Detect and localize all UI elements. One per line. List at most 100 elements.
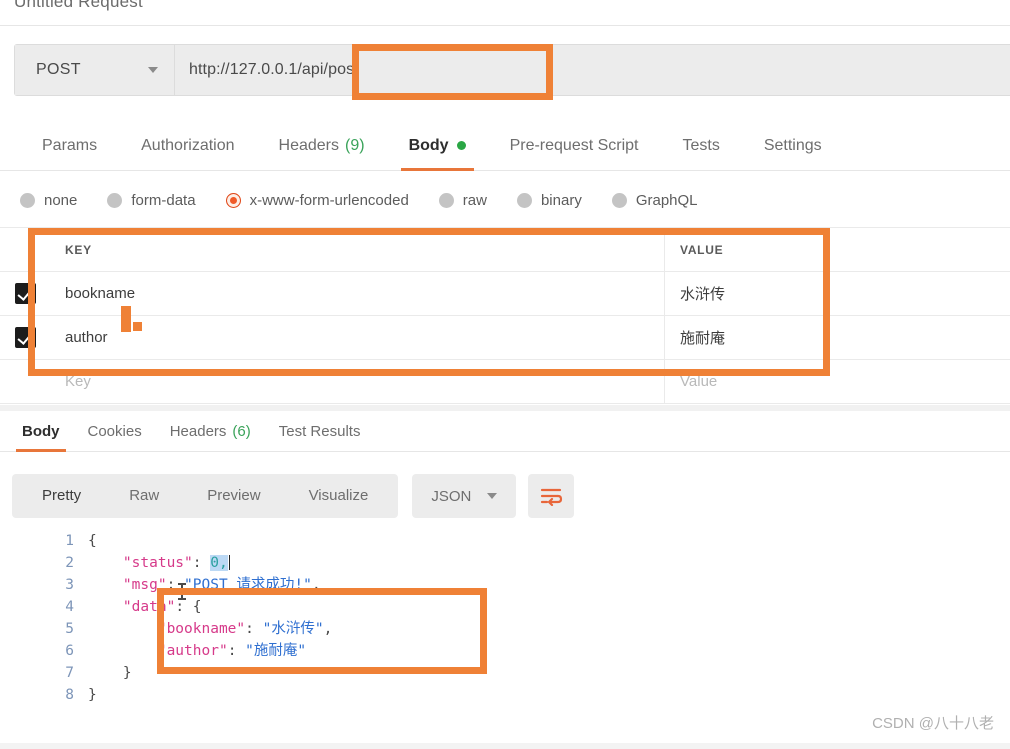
radio-selected-icon bbox=[225, 192, 241, 208]
response-tab-cookies[interactable]: Cookies bbox=[74, 411, 156, 452]
response-tab-body[interactable]: Body bbox=[8, 411, 74, 452]
text-cursor-icon bbox=[178, 583, 186, 600]
row-value-input[interactable]: 水浒传 bbox=[665, 272, 1010, 315]
code-line-text: "bookname": "水浒传", bbox=[157, 621, 333, 637]
tab-label: Params bbox=[42, 136, 98, 154]
radio-icon bbox=[611, 192, 627, 208]
tab-label: Test Results bbox=[278, 422, 361, 440]
radio-icon bbox=[516, 192, 532, 208]
tab-label: Authorization bbox=[141, 136, 235, 154]
response-body-code-viewer[interactable]: 1 { 2 "status": 0, 3 "msg": "POST 请求成功!"… bbox=[0, 530, 1010, 706]
request-tab-bar: Params Authorization Headers (9) Body Pr… bbox=[0, 121, 1010, 171]
format-visualize-button[interactable]: Visualize bbox=[285, 474, 393, 518]
body-type-raw[interactable]: raw bbox=[438, 191, 487, 209]
code-line-text: "status": 0, bbox=[88, 552, 231, 574]
http-method-label: POST bbox=[36, 61, 81, 78]
annotation-caret-marker bbox=[121, 306, 131, 332]
wrap-text-icon bbox=[541, 488, 563, 506]
code-line: 7 } bbox=[0, 662, 1010, 684]
line-number: 5 bbox=[65, 621, 74, 637]
http-method-select[interactable]: POST bbox=[15, 45, 175, 95]
line-number: 4 bbox=[65, 599, 74, 615]
row-key-input-placeholder[interactable]: Key bbox=[50, 360, 665, 403]
body-type-label: raw bbox=[462, 191, 487, 209]
row-key-input[interactable]: author bbox=[50, 316, 665, 359]
tab-settings[interactable]: Settings bbox=[742, 121, 844, 171]
checkbox-checked-icon bbox=[14, 283, 36, 304]
body-type-label: GraphQL bbox=[635, 191, 698, 209]
code-line-text: "author": "施耐庵" bbox=[157, 643, 307, 659]
code-line-text: } bbox=[88, 687, 97, 703]
row-checkbox[interactable] bbox=[0, 316, 50, 359]
tab-label: Headers bbox=[169, 422, 227, 440]
language-select[interactable]: JSON bbox=[412, 474, 517, 518]
row-value-input-placeholder[interactable]: Value bbox=[665, 360, 1010, 403]
column-header-value: VALUE bbox=[680, 242, 724, 257]
page-title: Untitled Request bbox=[14, 0, 143, 11]
tab-count-badge: (6) bbox=[232, 422, 251, 440]
url-bar: POST http://127.0.0.1/api/post bbox=[14, 44, 1010, 96]
tab-tests[interactable]: Tests bbox=[661, 121, 742, 171]
body-type-label: form-data bbox=[131, 191, 196, 209]
radio-icon bbox=[438, 192, 454, 208]
body-type-label: none bbox=[44, 191, 78, 209]
code-line: 6 "author": "施耐庵" bbox=[0, 640, 1010, 662]
header-checkbox-cell bbox=[0, 228, 50, 271]
response-tab-test-results[interactable]: Test Results bbox=[265, 411, 375, 452]
key-value-table: KEY VALUE bookname 水浒传 author 施耐庵 Key Va… bbox=[0, 227, 1010, 404]
line-number: 1 bbox=[65, 533, 74, 549]
code-line-text: } bbox=[88, 665, 132, 681]
tab-count-badge: (9) bbox=[345, 136, 365, 154]
tab-params[interactable]: Params bbox=[20, 121, 119, 171]
code-line: 3 "msg": "POST 请求成功!", bbox=[0, 574, 1010, 596]
response-tab-bar: Body Cookies Headers (6) Test Results bbox=[0, 411, 1010, 452]
checkbox-checked-icon bbox=[14, 327, 36, 348]
format-raw-button[interactable]: Raw bbox=[105, 474, 183, 518]
code-line: 1 { bbox=[0, 530, 1010, 552]
body-type-binary[interactable]: binary bbox=[516, 192, 582, 209]
table-row[interactable]: bookname 水浒传 bbox=[0, 272, 1010, 316]
body-type-x-www-form-urlencoded[interactable]: x-www-form-urlencoded bbox=[225, 192, 409, 209]
line-number: 2 bbox=[65, 555, 74, 571]
chevron-down-icon bbox=[487, 493, 498, 499]
column-header-key: KEY bbox=[50, 228, 665, 271]
table-header-row: KEY VALUE bbox=[0, 228, 1010, 272]
format-pretty-button[interactable]: Pretty bbox=[18, 474, 105, 518]
title-divider bbox=[0, 25, 1010, 26]
body-present-dot-icon bbox=[456, 141, 466, 150]
url-input[interactable]: http://127.0.0.1/api/post bbox=[175, 45, 1010, 95]
row-value-input[interactable]: 施耐庵 bbox=[665, 316, 1010, 359]
tab-label: Tests bbox=[682, 136, 720, 154]
table-row-empty[interactable]: Key Value bbox=[0, 360, 1010, 404]
radio-icon bbox=[20, 192, 35, 208]
wrap-text-button[interactable] bbox=[528, 474, 575, 518]
body-type-form-data[interactable]: form-data bbox=[107, 191, 196, 209]
tab-label: Body bbox=[408, 136, 449, 154]
line-number: 3 bbox=[65, 577, 74, 593]
line-number: 7 bbox=[65, 665, 74, 681]
body-type-none[interactable]: none bbox=[20, 192, 77, 209]
table-row[interactable]: author 施耐庵 bbox=[0, 316, 1010, 360]
row-checkbox[interactable] bbox=[0, 272, 50, 315]
format-preview-button[interactable]: Preview bbox=[183, 474, 284, 518]
tab-pre-request-script[interactable]: Pre-request Script bbox=[488, 121, 661, 171]
tab-label: Settings bbox=[763, 136, 822, 154]
response-viewer-toolbar: Pretty Raw Preview Visualize JSON bbox=[12, 474, 575, 518]
language-label: JSON bbox=[431, 487, 472, 505]
tab-body[interactable]: Body bbox=[387, 121, 488, 171]
format-button-group: Pretty Raw Preview Visualize bbox=[12, 474, 399, 518]
row-checkbox[interactable] bbox=[0, 360, 50, 403]
tab-authorization[interactable]: Authorization bbox=[119, 121, 256, 171]
chevron-down-icon bbox=[148, 67, 158, 73]
tab-label: Cookies bbox=[87, 422, 142, 440]
line-number: 8 bbox=[65, 687, 74, 703]
response-tab-headers[interactable]: Headers (6) bbox=[156, 411, 265, 452]
code-line: 8 } bbox=[0, 684, 1010, 706]
code-line: 4 "data": { bbox=[0, 596, 1010, 618]
body-type-graphql[interactable]: GraphQL bbox=[611, 191, 698, 209]
tab-label: Pre-request Script bbox=[509, 136, 639, 154]
tab-headers[interactable]: Headers (9) bbox=[257, 121, 387, 171]
tab-label: Headers bbox=[278, 136, 339, 154]
watermark: CSDN @八十八老 bbox=[872, 715, 994, 732]
row-key-input[interactable]: bookname bbox=[50, 272, 665, 315]
